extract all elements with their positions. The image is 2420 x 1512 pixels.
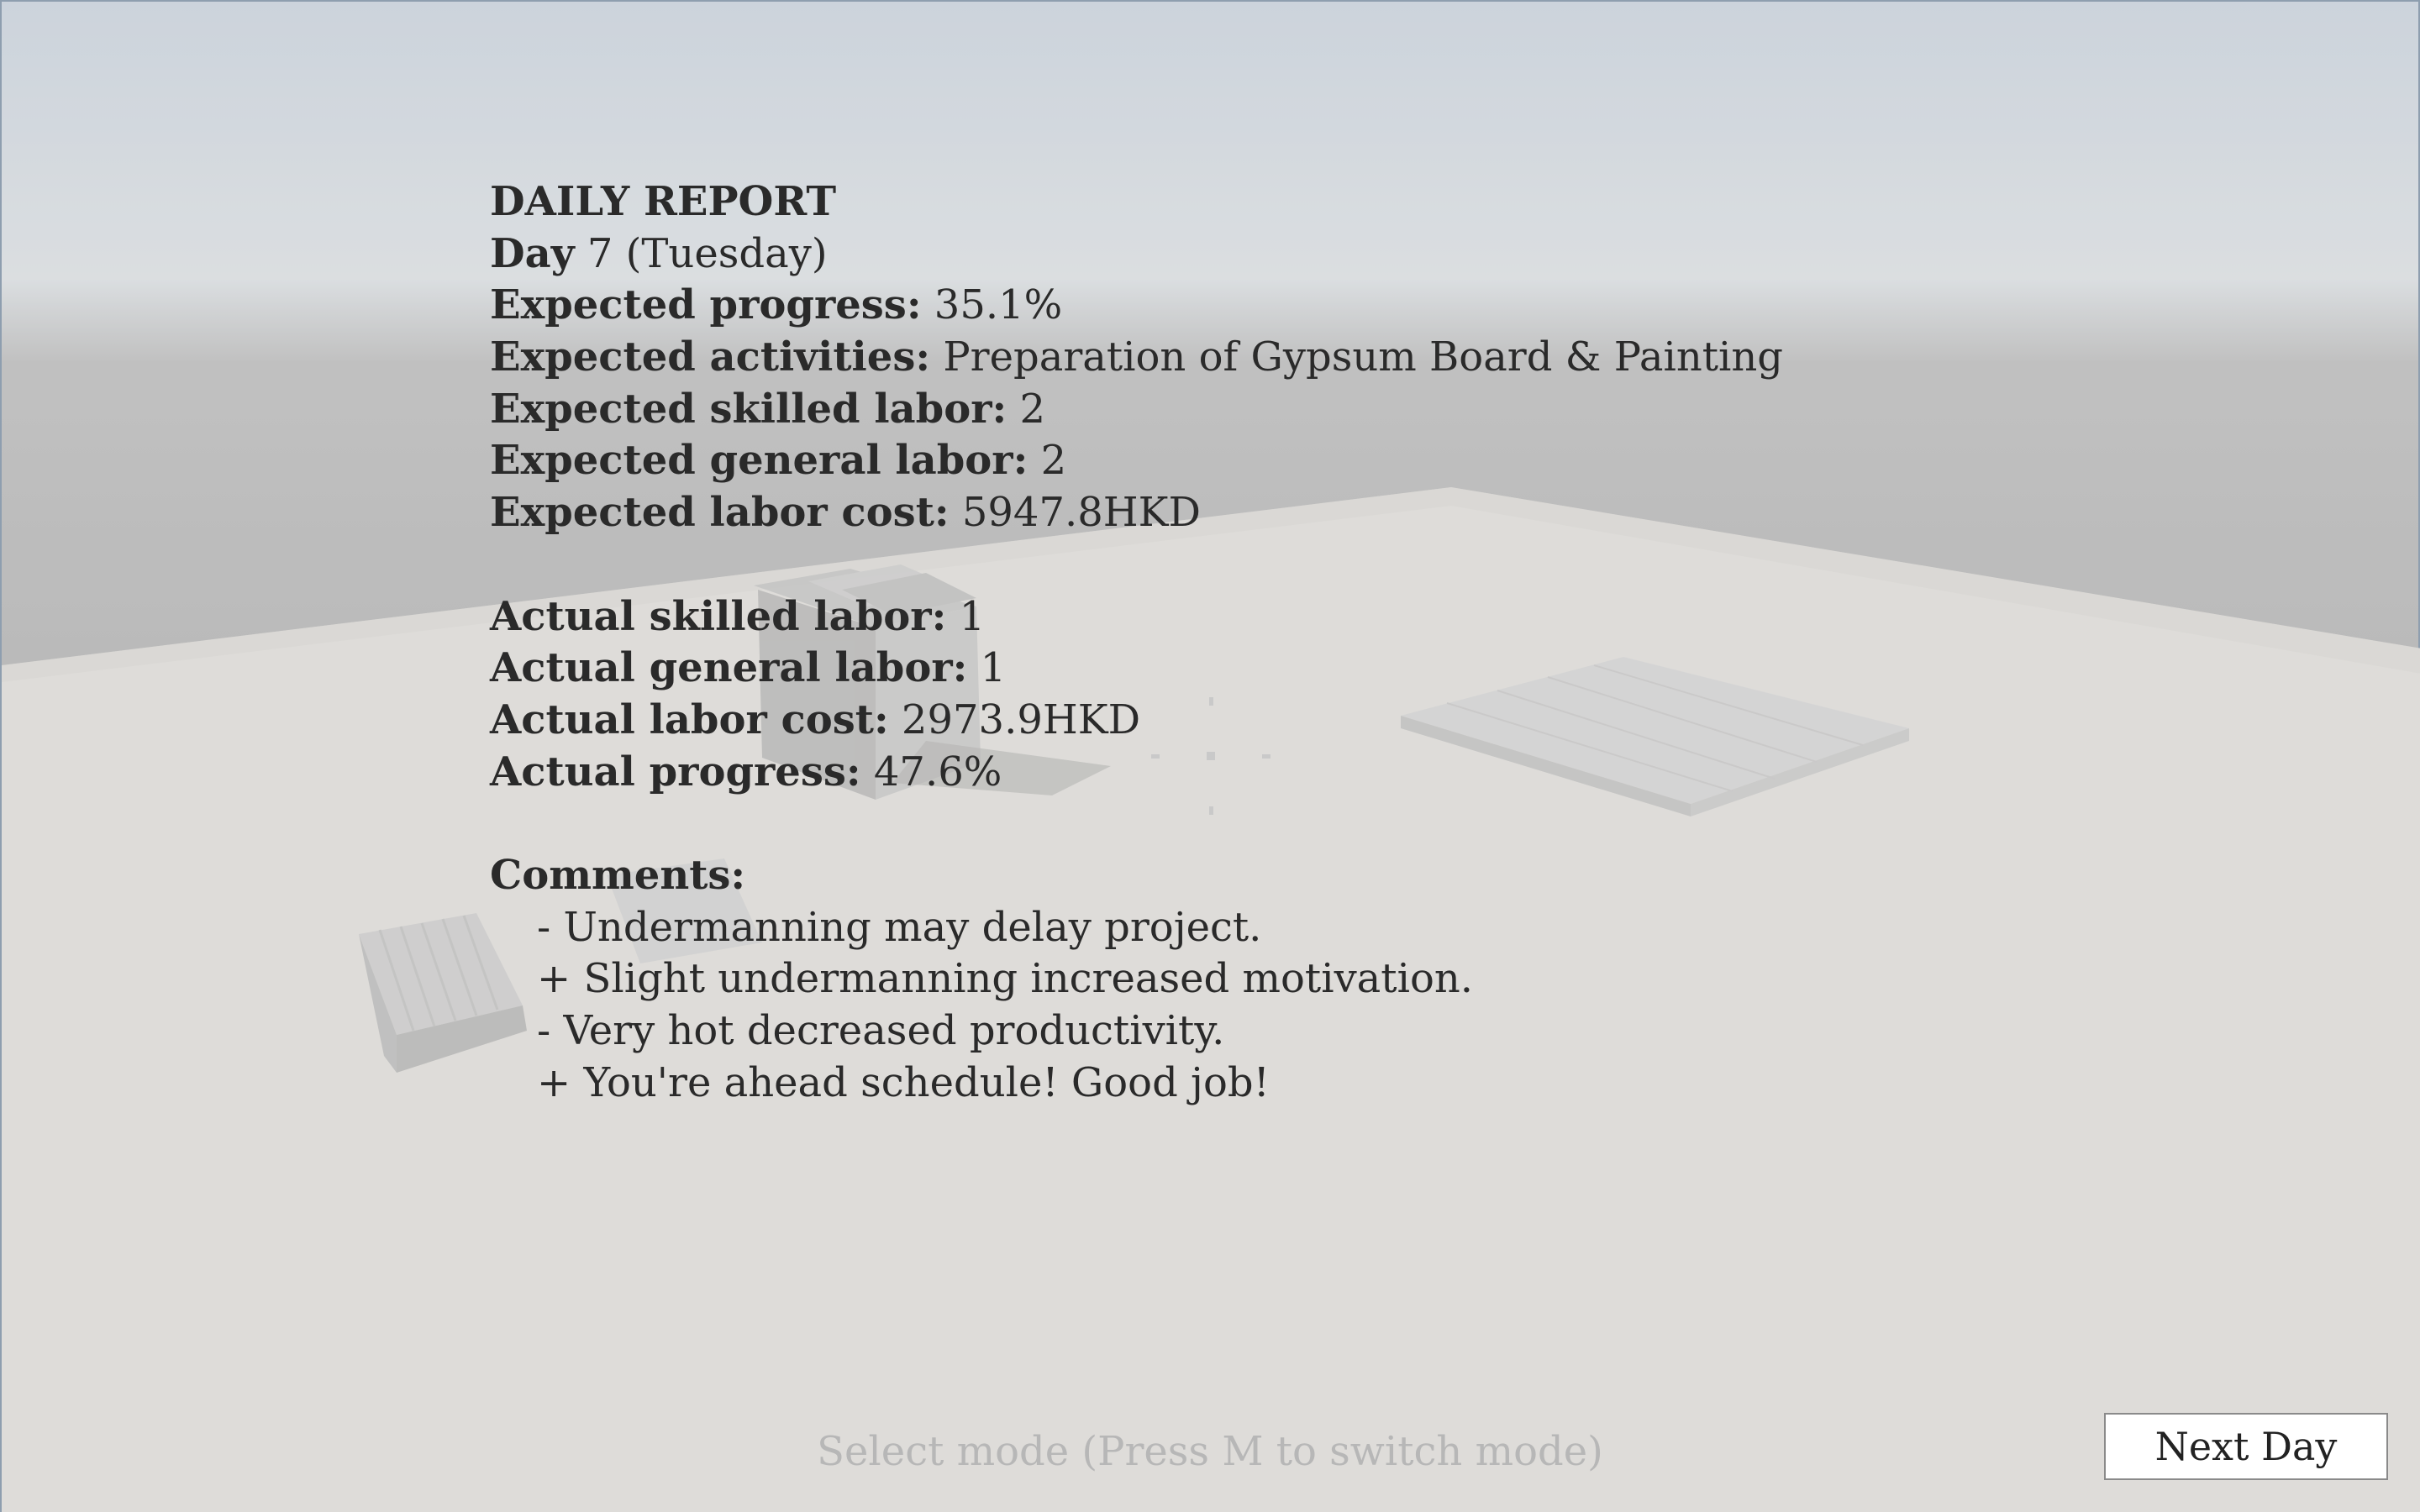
expected-labor-cost: Expected labor cost: 5947.8HKD	[490, 489, 1202, 537]
comment-item: + You're ahead schedule! Good job!	[537, 1058, 1270, 1106]
actual-skilled-labor: Actual skilled labor: 1	[490, 592, 986, 640]
day-value: 7 (Tuesday)	[574, 229, 828, 277]
actual-progress: Actual progress: 47.6%	[490, 748, 1002, 795]
expected-progress: Expected progress: 35.1%	[490, 281, 1063, 329]
actual-general-labor: Actual general labor: 1	[490, 644, 1007, 692]
daily-report-panel: DAILY REPORT Day 7 (Tuesday) Expected pr…	[490, 176, 1783, 1109]
report-day: Day 7 (Tuesday)	[490, 228, 1783, 281]
comments-heading: Comments:	[490, 851, 746, 899]
actual-labor-cost: Actual labor cost: 2973.9HKD	[490, 696, 1141, 743]
expected-skilled-labor: Expected skilled labor: 2	[490, 385, 1046, 433]
day-label: Day	[490, 229, 575, 277]
next-day-button[interactable]: Next Day	[2104, 1413, 2388, 1480]
expected-activities: Expected activities: Preparation of Gyps…	[490, 333, 1784, 381]
comment-item: - Very hot decreased productivity.	[537, 1007, 1225, 1054]
mode-hint: Select mode (Press M to switch mode)	[817, 1428, 1603, 1475]
expected-general-labor: Expected general labor: 2	[490, 437, 1067, 485]
comment-item: - Undermanning may delay project.	[537, 903, 1262, 951]
report-title: DAILY REPORT	[490, 178, 837, 225]
comment-item: + Slight undermanning increased motivati…	[537, 955, 1474, 1003]
